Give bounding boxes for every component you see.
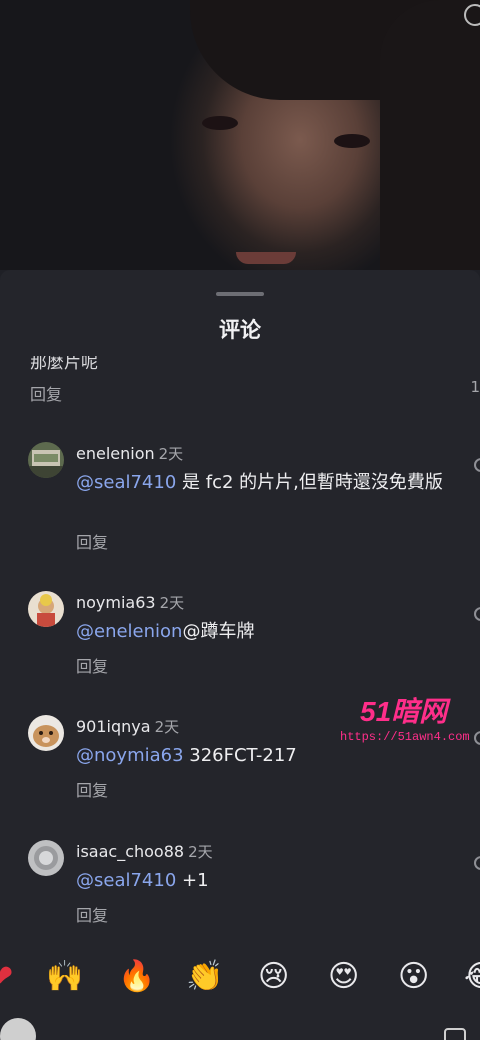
comment-author[interactable]: isaac_choo88 2天 <box>76 841 213 862</box>
comment-author[interactable]: enelenion 2天 <box>76 443 183 464</box>
comment-body: 是 fc2 的片片,但暫時還沒免費版 <box>176 472 443 493</box>
video-preview[interactable] <box>0 0 480 270</box>
username[interactable]: 901iqnya <box>76 717 151 736</box>
username[interactable]: noymia63 <box>76 593 156 612</box>
emoji-surprised[interactable]: 😮 <box>398 955 429 999</box>
reply-button[interactable]: 回复 <box>30 381 62 405</box>
like-count: 1 <box>470 378 480 396</box>
username[interactable]: isaac_choo88 <box>76 842 184 861</box>
comment-time: 2天 <box>154 718 180 736</box>
emoji-fire[interactable]: 🔥 <box>118 955 155 999</box>
sheet-title: 评论 <box>219 318 261 342</box>
reply-button[interactable]: 回复 <box>76 777 108 801</box>
emoji-clap[interactable]: 👏 <box>186 955 223 999</box>
comment-time: 2天 <box>188 843 213 861</box>
watermark: 51暗网 https://51awn4.com <box>340 690 470 748</box>
emoji-crying[interactable]: 😢 <box>258 955 289 999</box>
watermark-logo: 51暗网 <box>360 696 448 727</box>
avatar[interactable] <box>28 442 64 478</box>
video-mouth <box>236 252 296 264</box>
heart-icon[interactable] <box>474 458 480 472</box>
comment-body: @蹲车牌 <box>182 621 255 642</box>
avatar[interactable] <box>28 840 64 876</box>
username[interactable]: enelenion <box>76 444 155 463</box>
video-eye-right <box>334 134 370 148</box>
at-mention-icon[interactable] <box>444 1028 466 1040</box>
mention-link[interactable]: @seal7410 <box>76 472 176 493</box>
emoji-raised-hands[interactable]: 🙌 <box>46 955 83 999</box>
reply-button[interactable]: 回复 <box>76 902 108 926</box>
reply-button[interactable]: 回复 <box>76 529 108 553</box>
comment-author[interactable]: 901iqnya 2天 <box>76 716 179 737</box>
comment-text: @enelenion@蹲车牌 <box>76 619 446 645</box>
emoji-heart-eyes[interactable]: 😍 <box>328 955 359 999</box>
comment-body: 326FCT-217 <box>183 745 297 766</box>
comment-text: @seal7410 是 fc2 的片片,但暫時還沒免費版 <box>76 470 446 496</box>
comment-body: +1 <box>176 870 209 891</box>
comment-time: 2天 <box>159 594 185 612</box>
watermark-url: https://51awn4.com <box>340 730 470 744</box>
sheet-drag-handle[interactable] <box>216 292 264 296</box>
comment-time: 2天 <box>158 445 184 463</box>
emoji-bar: ❤ 🙌 🔥 👏 😢 😍 😮 😂 <box>0 955 480 999</box>
previous-comment-text: 那麼片呢 <box>30 353 98 373</box>
video-eye-left <box>202 116 238 130</box>
current-user-avatar[interactable] <box>0 1018 36 1040</box>
mention-link[interactable]: @noymia63 <box>76 745 184 766</box>
video-control-icon[interactable] <box>464 4 480 26</box>
heart-icon[interactable] <box>474 607 480 621</box>
heart-icon[interactable] <box>474 856 480 870</box>
comment-input[interactable] <box>60 1026 420 1040</box>
emoji-heart[interactable]: ❤ <box>0 955 13 999</box>
mention-link[interactable]: @enelenion <box>76 621 182 642</box>
emoji-laughing[interactable]: 😂 <box>464 955 480 999</box>
avatar[interactable] <box>28 715 64 751</box>
comments-sheet: 评论 那麼片呢 回复 1 enelenion 2天 @seal7410 是 fc2… <box>0 270 480 1040</box>
mention-link[interactable]: @seal7410 <box>76 870 176 891</box>
heart-icon[interactable] <box>474 731 480 745</box>
reply-button[interactable]: 回复 <box>76 653 108 677</box>
comment-author[interactable]: noymia63 2天 <box>76 592 184 613</box>
video-hair-side <box>380 0 480 270</box>
comment-text: @seal7410 +1 <box>76 868 446 894</box>
avatar[interactable] <box>28 591 64 627</box>
